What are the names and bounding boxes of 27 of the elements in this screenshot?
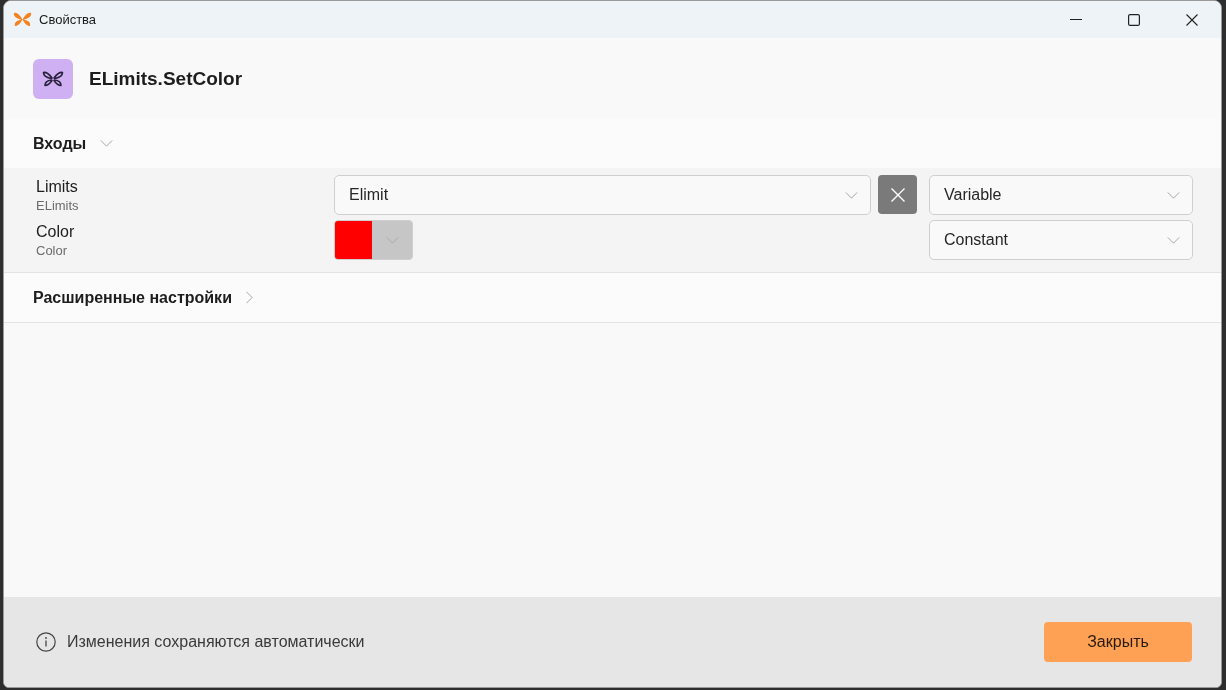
close-dialog-button[interactable]: Закрыть	[1044, 622, 1192, 662]
info-icon	[36, 632, 56, 652]
clear-button[interactable]	[878, 175, 917, 214]
close-icon	[1186, 13, 1198, 26]
maximize-icon	[1128, 13, 1140, 26]
source-dropdown[interactable]: Constant	[929, 220, 1193, 260]
cross-icon	[890, 187, 905, 202]
input-type: Color	[36, 242, 69, 260]
chevron-right-icon	[245, 291, 253, 304]
input-label: Color	[36, 222, 76, 242]
input-label: Limits	[36, 177, 79, 197]
input-type: ELimits	[36, 197, 80, 215]
chevron-down-icon	[100, 140, 114, 147]
section-toggle[interactable]: Входы	[33, 134, 114, 153]
node-title: ELimits.SetColor	[89, 67, 243, 90]
section-toggle[interactable]: Расширенные настройки	[33, 288, 253, 307]
butterfly-icon	[33, 58, 73, 99]
autosave-note: Изменения сохраняются автоматически	[67, 633, 365, 651]
window-title: Свойства	[39, 12, 97, 27]
source-dropdown[interactable]: Variable	[929, 175, 1193, 215]
chevron-down-icon	[1167, 236, 1180, 244]
value-dropdown[interactable]: Elimit	[334, 175, 871, 215]
minimize-icon	[1070, 19, 1082, 20]
chevron-down-icon	[1167, 191, 1180, 199]
chevron-down-icon	[845, 191, 858, 199]
butterfly-icon	[13, 12, 32, 27]
color-picker[interactable]	[334, 220, 413, 260]
